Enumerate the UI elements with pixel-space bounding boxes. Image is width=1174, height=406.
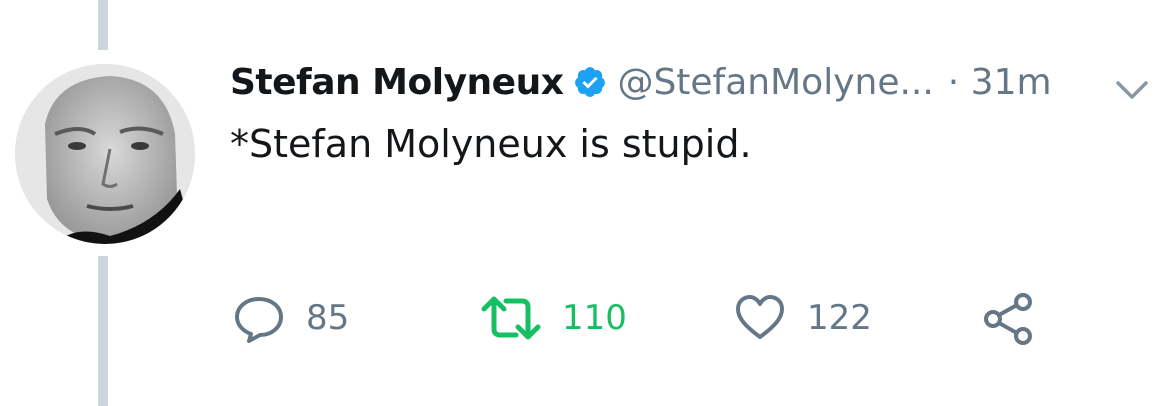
reply-count: 85 (306, 298, 350, 338)
reply-button[interactable]: 85 (232, 288, 349, 348)
thread-line-top (98, 0, 108, 50)
like-button[interactable]: 122 (733, 288, 872, 348)
retweet-icon (481, 296, 541, 340)
user-handle[interactable]: @StefanMolyne... (617, 62, 933, 103)
avatar[interactable] (15, 64, 195, 244)
like-count: 122 (807, 298, 872, 338)
verified-badge-icon (575, 67, 606, 97)
share-button[interactable] (982, 288, 1036, 348)
thread-line-bottom (98, 256, 108, 406)
reply-icon (235, 297, 283, 343)
display-name[interactable]: Stefan Molyneux (230, 62, 564, 103)
retweet-button[interactable]: 110 (480, 288, 627, 348)
heart-icon (736, 295, 784, 339)
share-icon (984, 293, 1032, 345)
chevron-down-icon[interactable] (1114, 78, 1150, 102)
tweet-text: *Stefan Molyneux is stupid. (230, 122, 752, 166)
tweet-timestamp[interactable]: · 31m (948, 62, 1052, 103)
retweet-count: 110 (562, 298, 627, 338)
tweet-header: Stefan Molyneux @StefanMolyne... · 31m (230, 54, 1052, 110)
avatar-image (15, 64, 195, 244)
